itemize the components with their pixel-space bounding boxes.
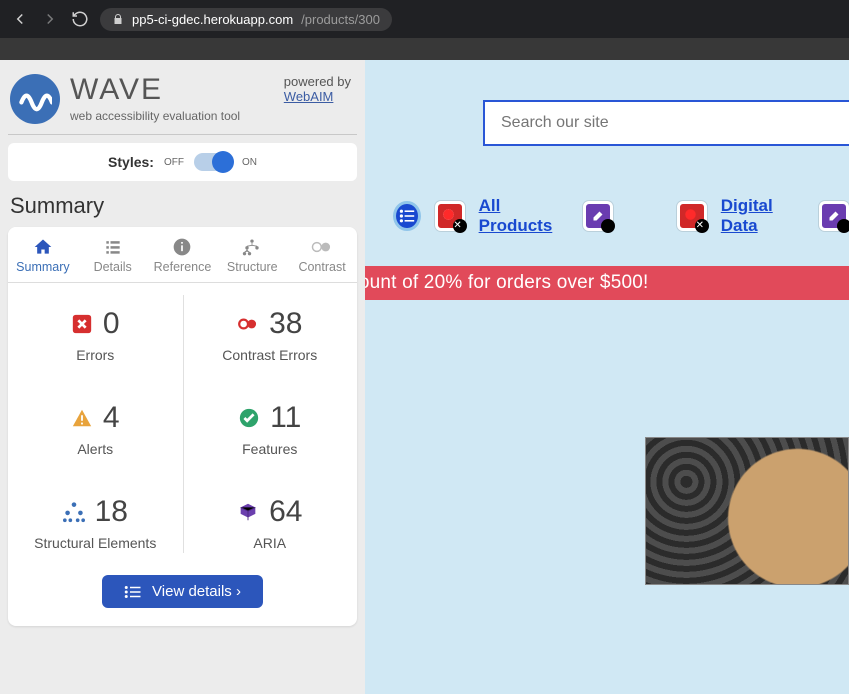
view-details-button[interactable]: View details › — [102, 575, 263, 608]
tab-details-label: Details — [94, 260, 132, 274]
styles-off-label: OFF — [164, 157, 184, 168]
tab-summary[interactable]: Summary — [8, 227, 78, 282]
tab-details[interactable]: Details — [78, 227, 148, 282]
view-details-label: View details › — [152, 583, 241, 600]
section-heading: Summary — [10, 193, 355, 219]
nav-digital-data-label: Digital Data — [721, 196, 805, 236]
stat-alerts[interactable]: 4 Alerts — [8, 377, 183, 471]
nav-all-products-label: All Products — [479, 196, 569, 236]
list-icon — [78, 237, 148, 257]
lock-icon — [112, 13, 124, 25]
wave-subtitle: web accessibility evaluation tool — [70, 109, 240, 123]
styles-toggle-row: Styles: OFF ON — [8, 143, 357, 181]
tab-reference-label: Reference — [154, 260, 212, 274]
tab-structure-label: Structure — [227, 260, 278, 274]
wave-aria-icon[interactable] — [583, 201, 613, 231]
stat-structural[interactable]: 18 Structural Elements — [8, 471, 183, 565]
wave-sidebar: WAVE web accessibility evaluation tool p… — [0, 60, 365, 694]
alerts-icon — [71, 407, 93, 429]
badge-close-icon: ✕ — [693, 218, 707, 232]
styles-label: Styles: — [108, 154, 154, 170]
stats-divider — [183, 295, 184, 553]
search-input[interactable] — [483, 100, 849, 146]
stat-contrast-errors[interactable]: 38 Contrast Errors — [183, 283, 358, 377]
site-nav: ✕ All Products ✕ Digital Data — [365, 146, 849, 236]
styles-toggle[interactable] — [194, 153, 232, 171]
structural-icon — [63, 501, 85, 523]
stat-contrast-label: Contrast Errors — [222, 347, 317, 363]
wave-title: WAVE — [70, 75, 240, 105]
stat-errors-label: Errors — [76, 347, 114, 363]
wave-brand: WAVE web accessibility evaluation tool — [10, 74, 240, 124]
stat-aria[interactable]: 64 ARIA — [183, 471, 358, 565]
stat-errors[interactable]: 0 Errors — [8, 283, 183, 377]
stat-structural-value: 18 — [95, 495, 128, 529]
wave-redundant-link-icon[interactable]: ✕ — [677, 201, 707, 231]
tab-contrast[interactable]: Contrast — [287, 227, 357, 282]
stat-features-label: Features — [242, 441, 297, 457]
promo-banner: iscount of 20% for orders over $500! — [365, 266, 849, 300]
powered-by-label: powered by — [284, 74, 351, 89]
wave-redundant-link-icon[interactable]: ✕ — [435, 201, 465, 231]
stat-features-value: 11 — [270, 401, 301, 435]
wave-aria-icon[interactable] — [819, 201, 849, 231]
stat-contrast-value: 38 — [269, 307, 302, 341]
features-icon — [238, 407, 260, 429]
stat-features[interactable]: 11 Features — [183, 377, 358, 471]
nav-all-products[interactable]: All Products — [479, 196, 569, 236]
stat-aria-label: ARIA — [253, 535, 286, 551]
reload-button[interactable] — [70, 9, 90, 29]
url-bar[interactable]: pp5-ci-gdec.herokuapp.com/products/300 — [100, 8, 392, 31]
list-icon — [124, 585, 142, 599]
summary-stats: 0 Errors 38 Contrast Errors — [8, 283, 357, 565]
url-path: /products/300 — [301, 12, 380, 27]
aria-icon — [237, 501, 259, 523]
stat-structural-label: Structural Elements — [34, 535, 156, 551]
webaim-link[interactable]: WebAIM — [284, 89, 334, 104]
errors-icon — [71, 313, 93, 335]
contrast-icon — [287, 237, 357, 257]
stat-alerts-label: Alerts — [77, 441, 113, 457]
tab-bar: Summary Details Reference — [8, 227, 357, 283]
browser-toolbar: pp5-ci-gdec.herokuapp.com/products/300 — [0, 0, 849, 38]
back-button[interactable] — [10, 9, 30, 29]
menu-icon[interactable] — [393, 201, 421, 231]
page-content: ✕ All Products ✕ Digital Data iscount of… — [365, 60, 849, 694]
tab-summary-label: Summary — [16, 260, 69, 274]
powered-by: powered by WebAIM — [284, 74, 351, 104]
badge-close-icon: ✕ — [451, 218, 465, 232]
stat-aria-value: 64 — [269, 495, 302, 529]
browser-tabstrip — [0, 38, 849, 60]
wave-logo-icon — [10, 74, 60, 124]
tab-contrast-label: Contrast — [298, 260, 345, 274]
nav-digital-data[interactable]: Digital Data — [721, 196, 805, 236]
tab-structure[interactable]: Structure — [217, 227, 287, 282]
info-icon — [148, 237, 218, 257]
product-image[interactable] — [645, 437, 849, 585]
stat-errors-value: 0 — [103, 307, 120, 341]
styles-on-label: ON — [242, 157, 257, 168]
contrast-errors-icon — [237, 313, 259, 335]
hierarchy-icon — [217, 237, 287, 257]
forward-button[interactable] — [40, 9, 60, 29]
tab-reference[interactable]: Reference — [148, 227, 218, 282]
url-domain: pp5-ci-gdec.herokuapp.com — [132, 12, 293, 27]
home-icon — [8, 237, 78, 257]
stat-alerts-value: 4 — [103, 401, 120, 435]
